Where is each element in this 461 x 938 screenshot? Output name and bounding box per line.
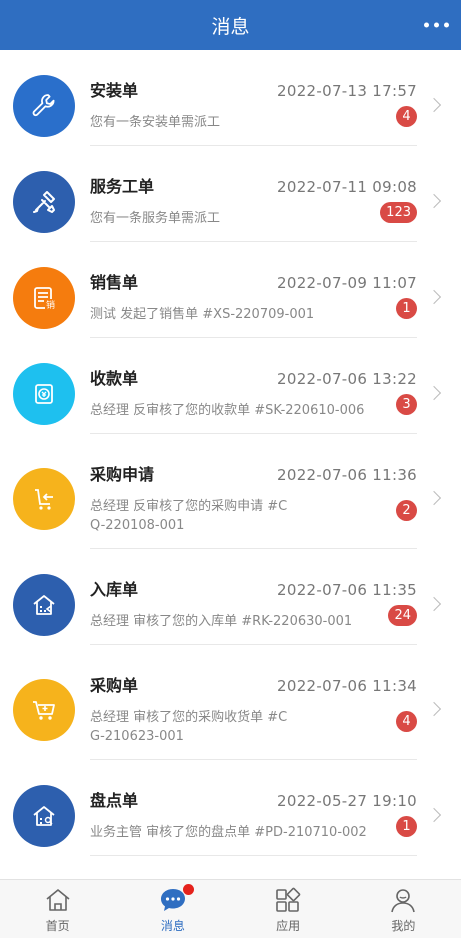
message-time: 2022-07-09 11:07 <box>277 274 417 292</box>
tab-messages[interactable]: 消息 <box>115 880 230 938</box>
message-row-service[interactable]: 服务工单 2022-07-11 09:08 您有一条服务单需派工 123 <box>0 146 461 242</box>
purchase-request-icon <box>13 468 75 530</box>
message-content: 收款单 2022-07-06 13:22 总经理 反审核了您的收款单 #SK-2… <box>90 365 417 420</box>
message-time: 2022-07-06 11:36 <box>277 466 417 484</box>
divider <box>90 855 417 856</box>
message-content: 采购申请 2022-07-06 11:36 总经理 反审核了您的采购申请 #CQ… <box>90 461 417 535</box>
message-content: 销售单 2022-07-09 11:07 测试 发起了销售单 #XS-22070… <box>90 269 417 324</box>
message-desc: 总经理 审核了您的入库单 #RK-220630-001 <box>90 614 353 629</box>
home-icon <box>46 889 70 911</box>
message-content: 采购单 2022-07-06 11:34 总经理 审核了您的采购收货单 #CG-… <box>90 672 417 746</box>
message-list: 安装单 2022-07-13 17:57 您有一条安装单需派工 4 服务工单 2… <box>0 50 461 879</box>
notification-dot <box>183 884 195 895</box>
message-title: 销售单 <box>90 273 139 292</box>
warehouse-in-icon <box>13 574 75 636</box>
message-time: 2022-05-27 19:10 <box>277 792 417 810</box>
chevron-right-icon <box>426 97 442 113</box>
message-content: 安装单 2022-07-13 17:57 您有一条安装单需派工 <box>90 77 417 132</box>
message-row-payment[interactable]: 收款单 2022-07-06 13:22 总经理 反审核了您的收款单 #SK-2… <box>0 338 461 434</box>
message-desc: 总经理 反审核了您的收款单 #SK-220610-006 <box>90 403 365 418</box>
more-menu-button[interactable] <box>424 22 449 28</box>
wrench-icon <box>13 75 75 137</box>
message-desc: 您有一条安装单需派工 <box>90 115 221 130</box>
more-dot-icon <box>434 22 439 28</box>
message-time: 2022-07-06 11:35 <box>277 581 417 599</box>
message-desc: 总经理 审核了您的采购收货单 #CG-210623-001 <box>90 710 288 744</box>
chevron-right-icon <box>426 193 442 209</box>
message-desc: 业务主管 审核了您的盘点单 #PD-210710-002 <box>90 825 367 840</box>
chevron-right-icon <box>426 596 442 612</box>
svg-text:销: 销 <box>46 299 55 311</box>
message-title: 入库单 <box>90 580 139 599</box>
unread-badge: 1 <box>396 816 417 837</box>
bottom-tab-bar: 首页 消息 应用 我的 <box>0 879 461 938</box>
message-row-purchase[interactable]: 采购单 2022-07-06 11:34 总经理 审核了您的采购收货单 #CG-… <box>0 645 461 760</box>
message-content: 服务工单 2022-07-11 09:08 您有一条服务单需派工 <box>90 173 417 228</box>
tools-icon <box>13 171 75 233</box>
message-row-purchase-request[interactable]: 采购申请 2022-07-06 11:36 总经理 反审核了您的采购申请 #CQ… <box>0 434 461 549</box>
message-title: 收款单 <box>90 369 139 388</box>
message-row-sales[interactable]: 销 销售单 2022-07-09 11:07 测试 发起了销售单 #XS-220… <box>0 242 461 338</box>
inventory-icon <box>13 785 75 847</box>
message-time: 2022-07-11 09:08 <box>277 178 417 196</box>
message-row-inventory[interactable]: 盘点单 2022-05-27 19:10 业务主管 审核了您的盘点单 #PD-2… <box>0 760 461 856</box>
tab-apps[interactable]: 应用 <box>231 880 346 938</box>
tab-label: 消息 <box>160 919 185 933</box>
unread-badge: 2 <box>396 500 417 521</box>
unread-badge: 24 <box>388 605 417 626</box>
message-desc: 您有一条服务单需派工 <box>90 211 221 226</box>
sales-doc-icon: 销 <box>13 267 75 329</box>
header-bar: 消息 <box>0 0 461 50</box>
page-title: 消息 <box>211 15 250 38</box>
message-desc: 测试 发起了销售单 #XS-220709-001 <box>90 307 315 322</box>
tab-home[interactable]: 首页 <box>0 880 115 938</box>
message-title: 盘点单 <box>90 791 139 810</box>
message-title: 采购单 <box>90 676 139 695</box>
chevron-right-icon <box>426 490 442 506</box>
message-title: 采购申请 <box>90 465 155 484</box>
message-content: 盘点单 2022-05-27 19:10 业务主管 审核了您的盘点单 #PD-2… <box>90 787 417 842</box>
tab-label: 我的 <box>391 919 416 933</box>
unread-badge: 123 <box>380 202 417 223</box>
chevron-right-icon <box>426 289 442 305</box>
message-title: 服务工单 <box>90 177 155 196</box>
app-root: 消息 安装单 2022-07-13 17:57 您有一条安装单需派工 4 服务工… <box>0 0 461 938</box>
tab-label: 首页 <box>45 919 70 933</box>
more-dot-icon <box>424 22 429 28</box>
unread-badge: 4 <box>396 106 417 127</box>
message-desc: 总经理 反审核了您的采购申请 #CQ-220108-001 <box>90 499 288 533</box>
message-title: 安装单 <box>90 81 139 100</box>
tab-label: 应用 <box>276 919 301 933</box>
unread-badge: 3 <box>396 394 417 415</box>
message-row-install[interactable]: 安装单 2022-07-13 17:57 您有一条安装单需派工 4 <box>0 50 461 146</box>
unread-badge: 1 <box>396 298 417 319</box>
message-content: 入库单 2022-07-06 11:35 总经理 审核了您的入库单 #RK-22… <box>90 576 417 631</box>
more-dot-icon <box>444 22 449 28</box>
cart-icon <box>13 679 75 741</box>
payment-icon <box>13 363 75 425</box>
chevron-right-icon <box>426 807 442 823</box>
apps-icon <box>276 887 301 912</box>
chevron-right-icon <box>426 385 442 401</box>
message-time: 2022-07-06 11:34 <box>277 677 417 695</box>
profile-icon <box>391 889 416 913</box>
message-row-warehouse-in[interactable]: 入库单 2022-07-06 11:35 总经理 审核了您的入库单 #RK-22… <box>0 549 461 645</box>
unread-badge: 4 <box>396 711 417 732</box>
chevron-right-icon <box>426 701 442 717</box>
message-time: 2022-07-13 17:57 <box>277 82 417 100</box>
tab-profile[interactable]: 我的 <box>346 880 461 938</box>
message-time: 2022-07-06 13:22 <box>277 370 417 388</box>
